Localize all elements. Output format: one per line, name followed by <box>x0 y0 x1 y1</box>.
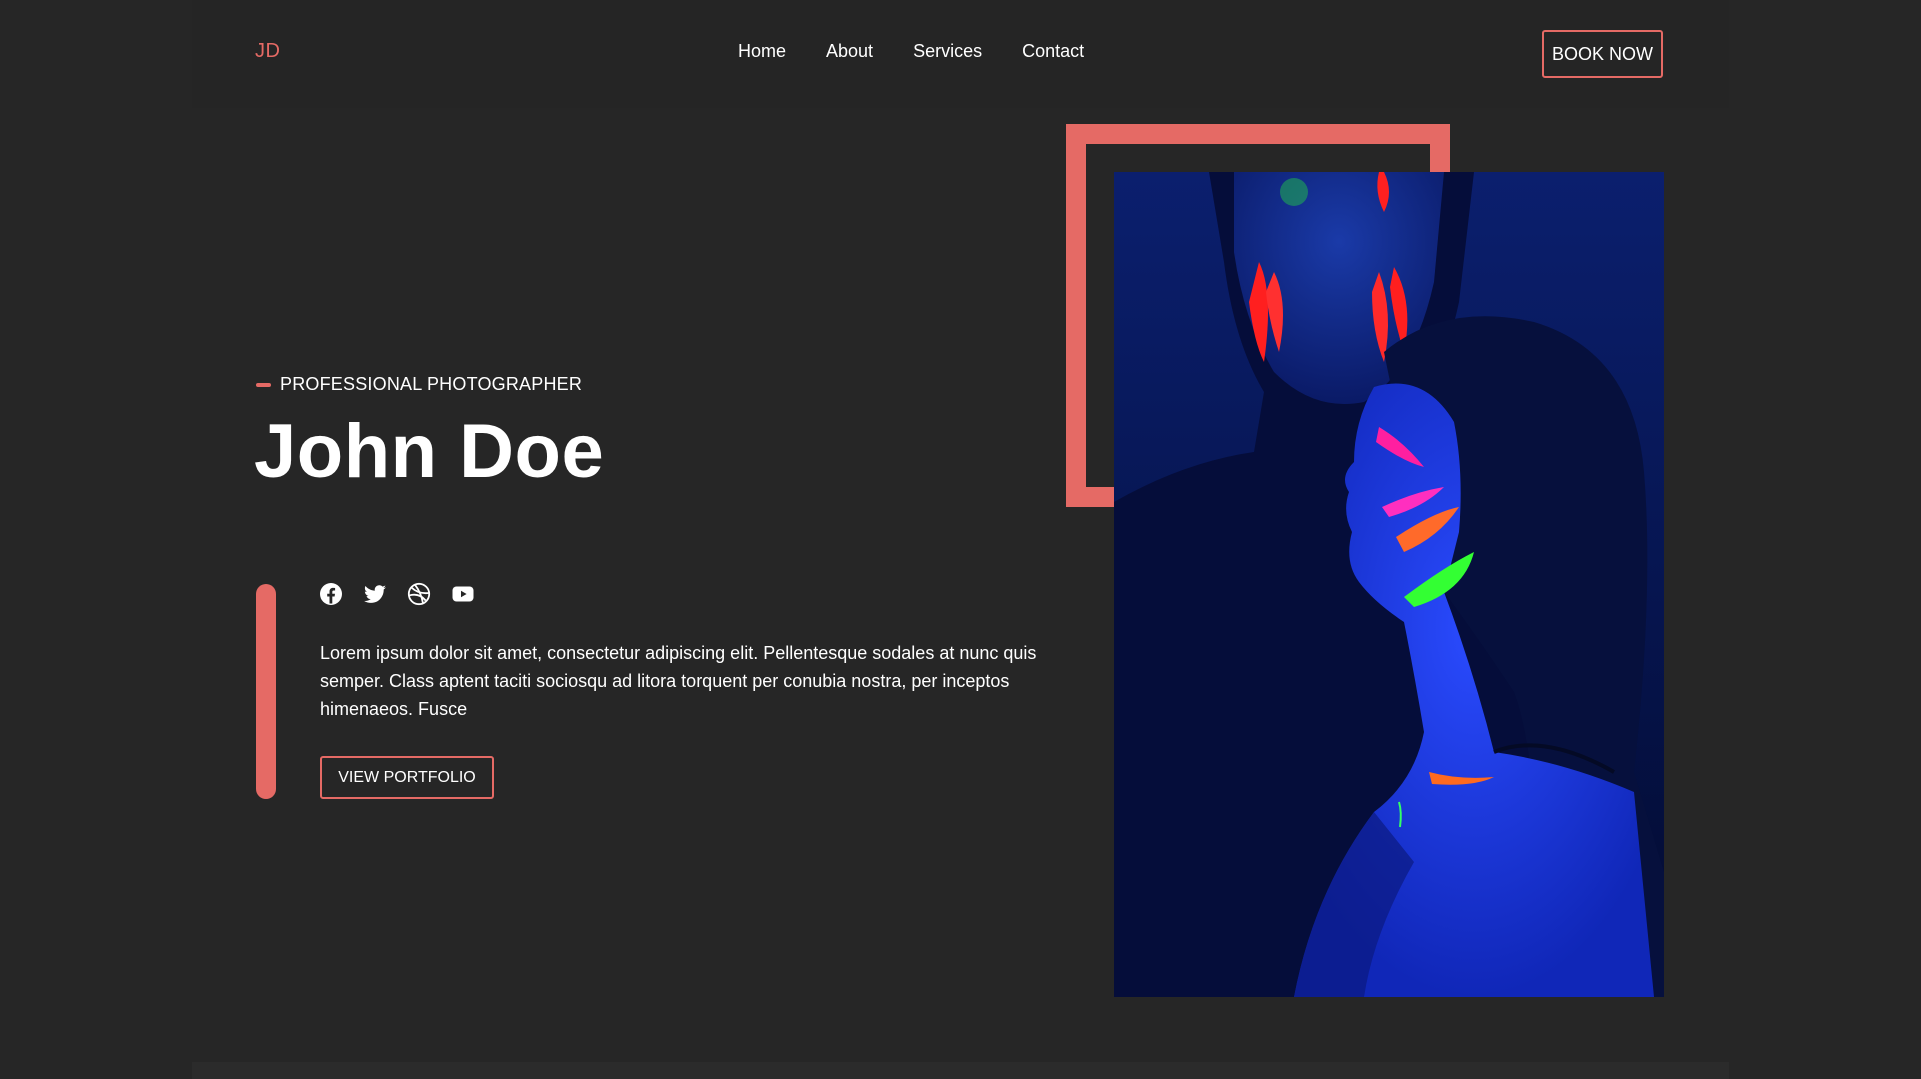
hero-photo <box>1114 172 1664 997</box>
tagline: PROFESSIONAL PHOTOGRAPHER <box>256 374 582 395</box>
site-header: JD Home About Services Contact BOOK NOW <box>192 0 1729 108</box>
view-portfolio-button[interactable]: VIEW PORTFOLIO <box>320 756 494 799</box>
hero-title: John Doe <box>254 409 605 494</box>
logo[interactable]: JD <box>255 40 280 63</box>
tagline-text: PROFESSIONAL PHOTOGRAPHER <box>280 374 583 394</box>
hero-description: Lorem ipsum dolor sit amet, consectetur … <box>320 643 1037 719</box>
nav-about[interactable]: About <box>826 41 873 62</box>
nav-contact[interactable]: Contact <box>1022 41 1084 62</box>
youtube-icon[interactable] <box>451 582 475 606</box>
facebook-icon[interactable] <box>319 582 343 606</box>
dribbble-icon[interactable] <box>407 582 431 606</box>
page: JD Home About Services Contact BOOK NOW … <box>0 0 1921 1079</box>
social-links <box>319 582 475 606</box>
accent-bar <box>256 584 276 799</box>
nav-home[interactable]: Home <box>738 41 786 62</box>
book-now-button[interactable]: BOOK NOW <box>1542 30 1663 78</box>
nav-services[interactable]: Services <box>913 41 982 62</box>
main-nav: Home About Services Contact <box>738 41 1084 62</box>
tagline-dash <box>256 382 271 387</box>
twitter-icon[interactable] <box>363 582 387 606</box>
next-section-edge <box>192 1062 1729 1079</box>
